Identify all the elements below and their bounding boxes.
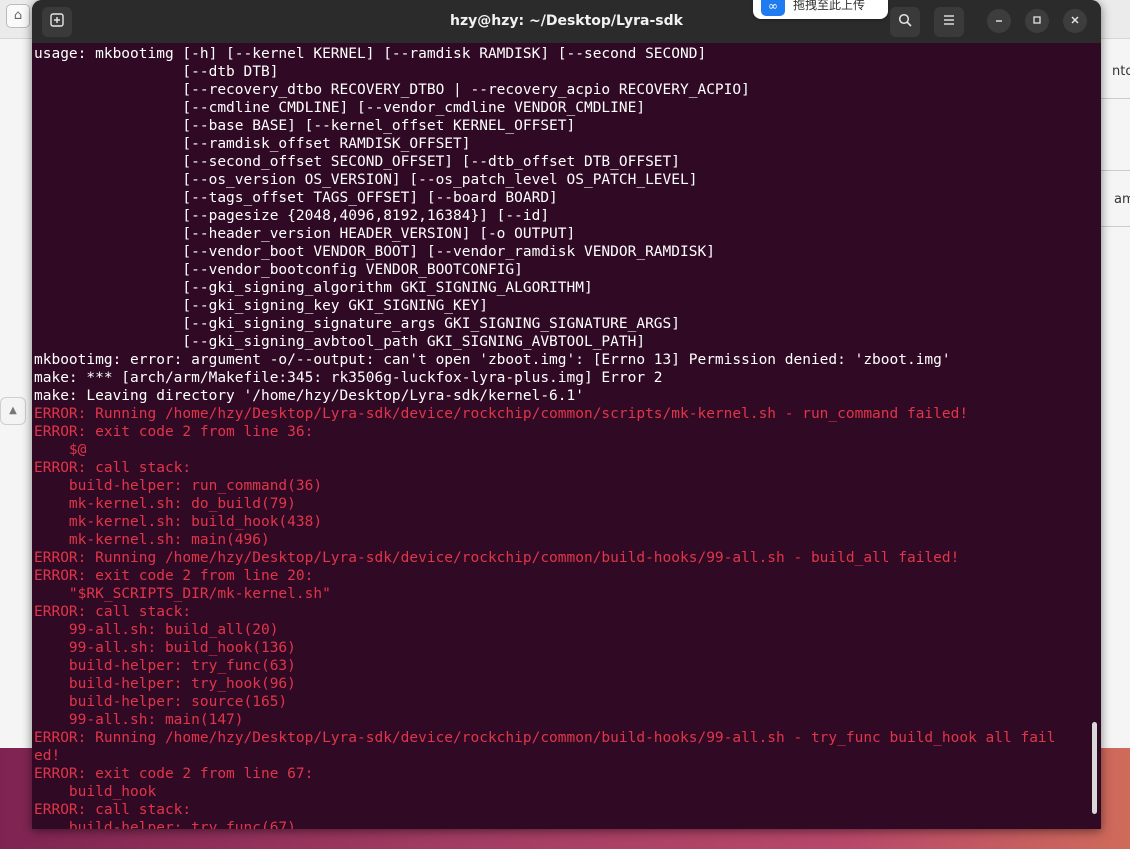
terminal-line: [--os_version OS_VERSION] [--os_patch_le… — [34, 172, 698, 188]
terminal-line: [--pagesize {2048,4096,8192,16384}] [--i… — [34, 208, 550, 224]
terminal-line: [--cmdline CMDLINE] [--vendor_cmdline VE… — [34, 100, 646, 116]
terminal-line: "$RK_SCRIPTS_DIR/mk-kernel.sh" — [34, 586, 331, 602]
terminal-line: [--vendor_bootconfig VENDOR_BOOTCONFIG] — [34, 262, 523, 278]
terminal-line: build-helper: source(165) — [34, 694, 288, 710]
search-icon — [898, 13, 912, 31]
terminal-line: make: *** [arch/arm/Makefile:345: rk3506… — [34, 370, 663, 386]
cloud-upload-icon: ∞ — [761, 0, 785, 16]
terminal-window: hzy@hzy: ~/Desktop/Lyra-sdk usage: mkboo… — [32, 0, 1101, 829]
terminal-line: build-helper: try_func(63) — [34, 658, 296, 674]
terminal-line: make: Leaving directory '/home/hzy/Deskt… — [34, 388, 584, 404]
terminal-line: mk-kernel.sh: main(496) — [34, 532, 270, 548]
home-icon[interactable]: ⌂ — [6, 4, 30, 28]
terminal-line: ERROR: exit code 2 from line 67: — [34, 766, 314, 782]
new-tab-button[interactable] — [42, 7, 72, 37]
terminal-line: ERROR: Running /home/hzy/Desktop/Lyra-sd… — [34, 730, 1056, 746]
terminal-line: mkbootimg: error: argument -o/--output: … — [34, 352, 951, 368]
titlebar: hzy@hzy: ~/Desktop/Lyra-sdk — [32, 0, 1101, 43]
eject-icon[interactable]: ▲ — [0, 397, 26, 425]
terminal-line: [--base BASE] [--kernel_offset KERNEL_OF… — [34, 118, 576, 134]
terminal-line: usage: mkbootimg [-h] [--kernel KERNEL] … — [34, 46, 707, 62]
terminal-line: ERROR: Running /home/hzy/Desktop/Lyra-sd… — [34, 550, 960, 566]
search-button[interactable] — [890, 7, 920, 37]
terminal-line: [--dtb DTB] — [34, 64, 279, 80]
terminal-line: ERROR: call stack: — [34, 802, 192, 818]
minimize-button[interactable] — [987, 9, 1011, 33]
terminal-line: mk-kernel.sh: build_hook(438) — [34, 514, 323, 530]
terminal-line: [--gki_signing_signature_args GKI_SIGNIN… — [34, 316, 681, 332]
terminal-line: build_hook — [34, 784, 157, 800]
close-button[interactable] — [1063, 9, 1087, 33]
terminal-line: 99-all.sh: build_all(20) — [34, 622, 279, 638]
terminal-line: [--gki_signing_key GKI_SIGNING_KEY] — [34, 298, 488, 314]
terminal-line: [--header_version HEADER_VERSION] [-o OU… — [34, 226, 576, 242]
scrollbar[interactable] — [1092, 722, 1097, 814]
terminal-line: build-helper: try_hook(96) — [34, 676, 296, 692]
terminal-line: build-helper: run_command(36) — [34, 478, 323, 494]
terminal-line: mk-kernel.sh: do_build(79) — [34, 496, 296, 512]
upload-drop-label: 拖拽至此上传 — [793, 0, 866, 12]
upload-drop-badge[interactable]: ∞ 拖拽至此上传 — [753, 0, 888, 19]
terminal-line: $@ — [34, 442, 87, 458]
terminal-line: 99-all.sh: main(147) — [34, 712, 244, 728]
new-tab-icon — [50, 13, 64, 31]
menu-button[interactable] — [934, 7, 964, 37]
terminal-output[interactable]: usage: mkbootimg [-h] [--kernel KERNEL] … — [34, 45, 1089, 829]
terminal-line: [--vendor_boot VENDOR_BOOT] [--vendor_ra… — [34, 244, 715, 260]
background-text: am — [1114, 192, 1130, 207]
terminal-line: ERROR: exit code 2 from line 20: — [34, 568, 314, 584]
terminal-line: build-helper: try_func(67) — [34, 820, 296, 829]
background-text: nto — [1112, 64, 1130, 79]
close-icon — [1070, 14, 1080, 28]
divider — [1100, 226, 1130, 227]
terminal-line: ERROR: call stack: — [34, 460, 192, 476]
terminal-line: [--second_offset SECOND_OFFSET] [--dtb_o… — [34, 154, 681, 170]
hamburger-menu-icon — [942, 14, 956, 30]
terminal-line: ERROR: Running /home/hzy/Desktop/Lyra-sd… — [34, 406, 969, 422]
terminal-line: 99-all.sh: build_hook(136) — [34, 640, 296, 656]
terminal-line: [--tags_offset TAGS_OFFSET] [--board BOA… — [34, 190, 558, 206]
maximize-icon — [1032, 14, 1042, 28]
terminal-line: ed! — [34, 748, 61, 764]
terminal-line: [--ramdisk_offset RAMDISK_OFFSET] — [34, 136, 471, 152]
maximize-button[interactable] — [1025, 9, 1049, 33]
terminal-line: [--gki_signing_algorithm GKI_SIGNING_ALG… — [34, 280, 593, 296]
terminal-line: [--recovery_dtbo RECOVERY_DTBO | --recov… — [34, 82, 750, 98]
divider — [1100, 170, 1130, 171]
terminal-line: ERROR: call stack: — [34, 604, 192, 620]
minimize-icon — [994, 14, 1004, 28]
terminal-line: ERROR: exit code 2 from line 36: — [34, 424, 314, 440]
divider — [1100, 98, 1130, 99]
terminal-line: [--gki_signing_avbtool_path GKI_SIGNING_… — [34, 334, 646, 350]
